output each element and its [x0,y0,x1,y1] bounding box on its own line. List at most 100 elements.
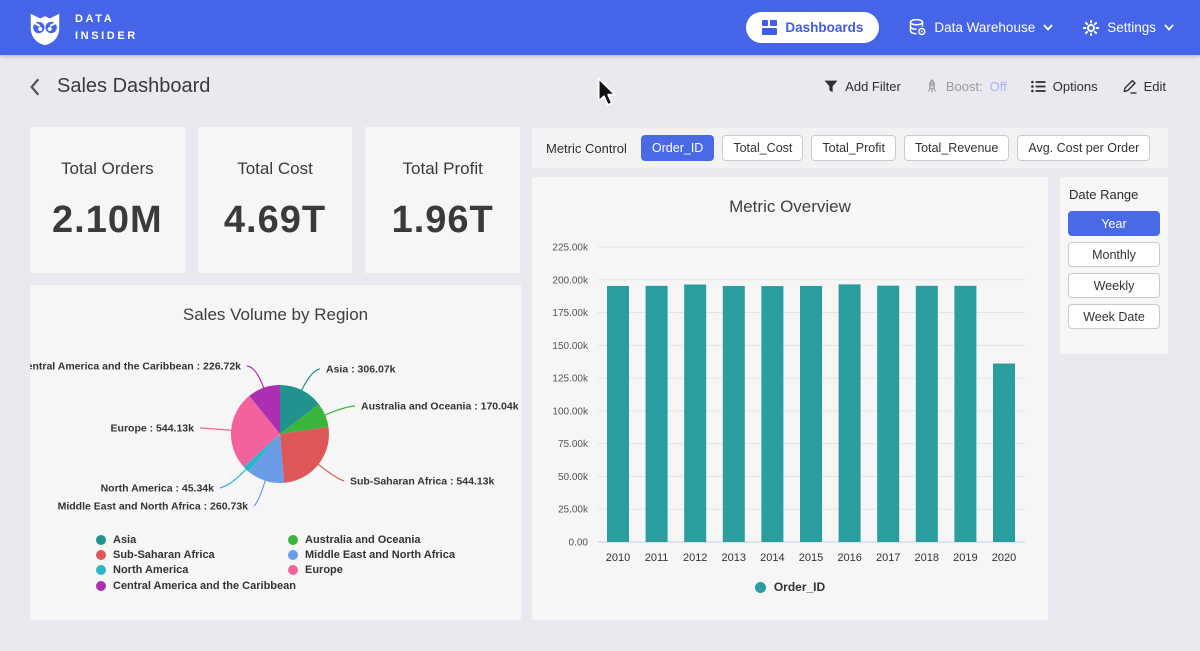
date-range-button-year[interactable]: Year [1068,211,1160,236]
legend-dot [96,535,106,545]
list-options-icon [1031,80,1046,93]
options-button[interactable]: Options [1031,79,1098,94]
legend-dot [288,535,298,545]
x-tick-label: 2019 [953,552,977,564]
logo-text-line2: INSIDER [75,28,138,45]
bar-2010[interactable] [607,286,629,542]
navbar: DATA INSIDER Dashboards Data Warehouse [0,0,1200,55]
kpi-label: Total Cost [237,159,313,179]
metric-control-bar: Metric Control Order_ID Total_Cost Total_P… [532,128,1168,168]
date-range-button-weekly[interactable]: Weekly [1068,273,1160,298]
data-warehouse-menu[interactable]: Data Warehouse [909,19,1053,36]
bar-2016[interactable] [839,284,861,542]
gear-icon [1083,20,1099,36]
bar-2012[interactable] [684,284,706,542]
legend-label: Order_ID [774,580,825,594]
x-tick-label: 2018 [915,552,939,564]
legend-label: Europe [305,564,343,576]
date-range-button-monthly[interactable]: Monthly [1068,242,1160,267]
legend-item-europe[interactable]: Europe [288,564,343,576]
pie-label-sub-saharan-africa: Sub-Saharan Africa : 544.13k [350,476,494,488]
x-tick-label: 2010 [606,552,630,564]
y-tick-label: 100.00k [552,406,589,417]
y-tick-label: 175.00k [552,308,589,319]
metric-button-total-cost[interactable]: Total_Cost [722,135,803,161]
settings-label: Settings [1107,20,1156,35]
date-range-buttons: Year Monthly Weekly Week Date [1068,211,1160,329]
boost-label: Boost: [946,79,983,94]
bar-2011[interactable] [646,286,668,542]
pie-leader-line [324,406,355,415]
bar-2018[interactable] [916,286,938,542]
dashboards-icon [762,20,777,35]
y-tick-label: 150.00k [552,341,589,352]
pie-leader-line [318,464,344,481]
legend-dot [755,582,766,593]
y-tick-label: 25.00k [558,505,589,516]
metric-buttons: Order_ID Total_Cost Total_Profit Total_Reve… [641,135,1150,161]
pie-leader-line [200,428,232,430]
boost-toggle[interactable]: Boost: Off [925,79,1007,94]
bar-2020[interactable] [993,364,1015,542]
pie-leader-line [254,480,266,506]
kpi-row: Total Orders2.10M Total Cost 4.69T Total Pr… [30,127,520,273]
y-tick-label: 50.00k [558,472,589,483]
x-tick-label: 2013 [722,552,746,564]
data-warehouse-label: Data Warehouse [934,20,1035,35]
date-range-panel: Date Range YearMonthlyWeeklyWeek Date [1060,177,1168,354]
edit-button[interactable]: Edit [1122,79,1166,94]
metric-button-avg-cost-per-order[interactable]: Avg. Cost per Order [1017,135,1150,161]
legend-dot [96,565,106,575]
y-tick-label: 75.00k [558,439,589,450]
bar-2013[interactable] [723,286,745,542]
settings-menu[interactable]: Settings [1083,20,1174,36]
bar-chart-svg: 0.0025.00k50.00k75.00k100.00k125.00k150.… [532,177,1048,620]
bar-2015[interactable] [800,286,822,542]
legend-dot [96,581,106,591]
legend-item-middle-east-and-north-africa[interactable]: Middle East and North Africa [288,549,455,561]
chevron-down-icon [1043,24,1053,31]
pie-label-middle-east-and-north-africa: Middle East and North Africa : 260.73k [58,501,249,513]
pencil-edit-icon [1122,79,1137,94]
pie-label-central-america-and-the-caribbean: Central America and the Caribbean : 226.… [30,361,241,373]
kpi-value: 2.10M [52,199,163,242]
pie-slice-sub-saharan-africa[interactable] [280,427,329,483]
date-range-button-week-date[interactable]: Week Date [1068,304,1160,329]
bar-2019[interactable] [954,286,976,542]
bar-2014[interactable] [761,286,783,542]
y-tick-label: 125.00k [552,374,589,385]
bar-chart-legend[interactable]: Order_ID [532,580,1048,594]
legend-dot [288,550,298,560]
chevron-left-icon [28,77,42,97]
pie-label-asia: Asia : 306.07k [326,364,396,376]
kpi-value: 4.69T [224,199,326,242]
pie-leader-line [220,469,247,488]
database-icon [909,19,926,36]
legend-label: North America [113,564,188,576]
y-tick-label: 225.00k [552,243,589,254]
bar-chart-title: Metric Overview [532,197,1048,217]
legend-item-asia[interactable]: Asia [96,534,136,546]
x-tick-label: 2012 [683,552,707,564]
dashboards-button[interactable]: Dashboards [746,12,879,43]
edit-label: Edit [1144,79,1166,94]
x-tick-label: 2016 [837,552,861,564]
sales-volume-card: Asia : 306.07kAustralia and Oceania : 17… [30,285,521,620]
legend-item-australia-and-oceania[interactable]: Australia and Oceania [288,534,421,546]
legend-item-sub-saharan-africa[interactable]: Sub-Saharan Africa [96,549,215,561]
metric-control-label: Metric Control [546,141,627,156]
logo-text-line1: DATA [75,11,138,28]
bar-2017[interactable] [877,286,899,542]
legend-item-north-america[interactable]: North America [96,564,188,576]
kpi-card-total-orders: Total Orders2.10M [30,127,185,273]
metric-button-order-id[interactable]: Order_ID [641,135,714,161]
metric-button-total-profit[interactable]: Total_Profit [811,135,896,161]
dashboards-label: Dashboards [785,20,863,35]
add-filter-button[interactable]: Add Filter [824,79,901,94]
kpi-label: Total Profit [403,159,483,179]
back-button[interactable] [28,77,46,97]
legend-item-central-america-and-the-caribbean[interactable]: Central America and the Caribbean [96,580,296,592]
metric-button-total-revenue[interactable]: Total_Revenue [904,135,1009,161]
page-title: Sales Dashboard [57,75,210,98]
legend-label: Australia and Oceania [305,534,421,546]
